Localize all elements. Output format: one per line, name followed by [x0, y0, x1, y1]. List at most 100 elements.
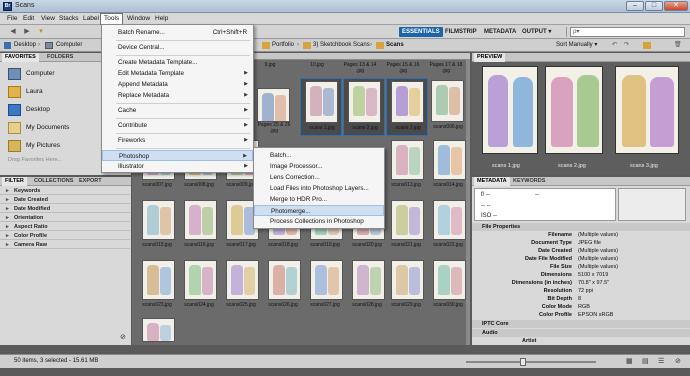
menu-view[interactable]: View — [38, 13, 58, 25]
new-folder-icon[interactable] — [643, 42, 651, 49]
tab-folders[interactable]: FOLDERS — [44, 53, 76, 62]
minimize-button[interactable]: – — [626, 1, 644, 11]
menu-item-contribute[interactable]: Contribute ▶ — [102, 120, 253, 131]
menu-item-batch-rename[interactable]: Batch Rename... Ctrl+Shift+R — [102, 27, 253, 38]
grid-view-icon[interactable]: ▦ — [626, 357, 633, 365]
filter-aspect-ratio[interactable]: Aspect Ratio — [0, 223, 130, 231]
rotate-right-icon[interactable]: ↷ — [624, 39, 629, 52]
back-icon[interactable]: ◀ — [8, 27, 18, 37]
thumbnail-cell[interactable]: scans013.jpg — [385, 140, 427, 198]
list-view-icon[interactable]: ☰ — [658, 357, 664, 365]
slider-handle[interactable] — [520, 358, 526, 366]
clear-filter-icon[interactable]: ⊘ — [120, 333, 126, 341]
metadata-row: Color Profile EPSON sRGB — [472, 311, 687, 319]
breadcrumb-desktop[interactable]: Desktop — [14, 39, 36, 52]
thumbnail-cell[interactable]: scans029.jpg — [385, 260, 427, 318]
thumbnail-cell-selected[interactable]: scans 1.jpg — [300, 78, 342, 136]
menu-item-create-metadata-template[interactable]: Create Metadata Template... — [102, 57, 253, 68]
menu-item-load-files-into-layers[interactable]: Load Files into Photoshop Layers... — [254, 183, 384, 194]
preview-image[interactable] — [615, 66, 679, 154]
workspace-essentials[interactable]: ESSENTIALS — [399, 27, 443, 37]
breadcrumb-scans[interactable]: Scans — [386, 39, 404, 52]
section-file-properties[interactable]: File Properties — [472, 223, 690, 231]
tab-metadata[interactable]: METADATA — [474, 177, 510, 186]
thumbnail-size-slider[interactable] — [466, 361, 596, 363]
filter-keywords[interactable]: Keywords — [0, 187, 130, 195]
workspace-output[interactable]: OUTPUT ▾ — [519, 27, 554, 37]
thumb-caption: scans018.jpg — [268, 242, 298, 248]
drag-favorites-hint: Drag Favorites Here... — [8, 157, 63, 163]
filter-date-created[interactable]: Date Created — [0, 196, 130, 204]
menu-item-append-metadata[interactable]: Append Metadata ▶ — [102, 79, 253, 90]
menu-item-photomerge[interactable]: Photomerge... — [254, 205, 384, 216]
preview-image[interactable] — [545, 66, 603, 154]
menu-item-illustrator[interactable]: Illustrator ▶ — [102, 161, 253, 172]
tab-filter[interactable]: FILTER — [2, 177, 27, 186]
metadata-tabs: METADATA KEYWORDS — [472, 177, 690, 186]
thumbnail-cell[interactable]: Pages 25 & 26 .jpg — [253, 78, 295, 136]
content-scrollbar[interactable] — [466, 60, 470, 345]
lock-icon[interactable]: ⊘ — [675, 357, 681, 365]
breadcrumb-separator-icon: › — [38, 42, 40, 48]
tab-export[interactable]: EXPORT — [76, 177, 105, 186]
thumbnail-cell[interactable]: scans025.jpg — [220, 260, 262, 318]
section-iptc-core[interactable]: IPTC Core — [472, 320, 690, 328]
preview-panel: PREVIEW scans 1.jpg scans 2.jpg scans 3.… — [472, 53, 690, 175]
filter-orientation[interactable]: Orientation — [0, 214, 130, 222]
thumbnail-cell[interactable]: scans006.jpg — [427, 78, 469, 136]
thumbnail-cell[interactable]: scans030.jpg — [427, 260, 469, 318]
section-audio[interactable]: Audio — [472, 329, 690, 337]
menu-item-cache[interactable]: Cache ▶ — [102, 105, 253, 116]
thumbnail-cell[interactable]: scans027.jpg — [304, 260, 346, 318]
menu-file[interactable]: File — [4, 13, 20, 25]
preview-image[interactable] — [482, 66, 538, 154]
filter-date-modified[interactable]: Date Modified — [0, 205, 130, 213]
breadcrumb-sketchbook[interactable]: 3) Sketchbook Scans — [313, 39, 370, 52]
tab-preview[interactable]: PREVIEW — [474, 53, 506, 62]
close-button[interactable]: ✕ — [664, 1, 688, 11]
menu-stacks[interactable]: Stacks — [56, 13, 82, 25]
breadcrumb-computer[interactable]: Computer — [56, 39, 82, 52]
thumbnail-cell-selected[interactable]: scans 3.jpg — [386, 78, 428, 136]
thumbnail-cell[interactable]: scans022.jpg — [427, 200, 469, 258]
workspace-metadata[interactable]: METADATA — [481, 27, 519, 37]
thumbnail-cell-selected[interactable]: scans 2.jpg — [343, 78, 385, 136]
trash-icon[interactable]: 🗑 — [674, 39, 682, 52]
menu-item-merge-to-hdr[interactable]: Merge to HDR Pro... — [254, 194, 384, 205]
search-input[interactable]: ρ▾ — [570, 27, 685, 37]
tab-keywords[interactable]: KEYWORDS — [510, 177, 548, 186]
breadcrumb-portfolio[interactable]: Portfolio — [272, 39, 294, 52]
thumbnail-cell[interactable]: scans026.jpg — [262, 260, 304, 318]
menu-item-photoshop[interactable]: Photoshop ▶ — [102, 150, 253, 161]
menu-edit[interactable]: Edit — [20, 13, 37, 25]
camera-data-box: f/ -- -- -- -- ISO -- — [474, 188, 616, 221]
thumbnail-cell[interactable]: scans014.jpg — [427, 140, 469, 198]
menu-item-device-central[interactable]: Device Central... — [102, 42, 253, 53]
filter-camera-raw[interactable]: Camera Raw — [0, 241, 130, 249]
thumbnail-cell[interactable]: scans021.jpg — [385, 200, 427, 258]
thumbnail-cell[interactable]: scans016.jpg — [178, 200, 220, 258]
menu-label[interactable]: Label — [80, 13, 102, 25]
workspace-filmstrip[interactable]: FILMSTRIP — [442, 27, 480, 37]
metadata-row: Dimensions (in inches) 70.8" x 97.5" — [472, 279, 687, 287]
menu-item-batch[interactable]: Batch... — [254, 150, 384, 161]
menu-item-fireworks[interactable]: Fireworks ▶ — [102, 135, 253, 146]
menu-item-image-processor[interactable]: Image Processor... — [254, 161, 384, 172]
menu-item-replace-metadata[interactable]: Replace Metadata ▶ — [102, 90, 253, 101]
menu-item-process-collections[interactable]: Process Collections in Photoshop — [254, 216, 384, 227]
maximize-button[interactable]: □ — [645, 1, 663, 11]
recent-folder-icon[interactable]: ▾ — [36, 27, 46, 37]
menu-item-lens-correction[interactable]: Lens Correction... — [254, 172, 384, 183]
details-view-icon[interactable]: ▤ — [642, 357, 649, 365]
sort-dropdown[interactable]: Sort Manually ▾ — [556, 39, 597, 52]
thumbnail-cell[interactable]: scans028.jpg — [346, 260, 388, 318]
thumbnail-cell[interactable]: scans015.jpg — [136, 200, 178, 258]
menu-item-edit-metadata-template[interactable]: Edit Metadata Template ▶ — [102, 68, 253, 79]
tab-collections[interactable]: COLLECTIONS — [31, 177, 76, 186]
tab-favorites[interactable]: FAVORITES — [2, 53, 39, 62]
filter-color-profile[interactable]: Color Profile — [0, 232, 130, 240]
forward-icon[interactable]: ▶ — [22, 27, 32, 37]
thumbnail-cell[interactable]: scans023.jpg — [136, 260, 178, 318]
rotate-left-icon[interactable]: ↶ — [612, 39, 617, 52]
thumbnail-cell[interactable]: scans024.jpg — [178, 260, 220, 318]
